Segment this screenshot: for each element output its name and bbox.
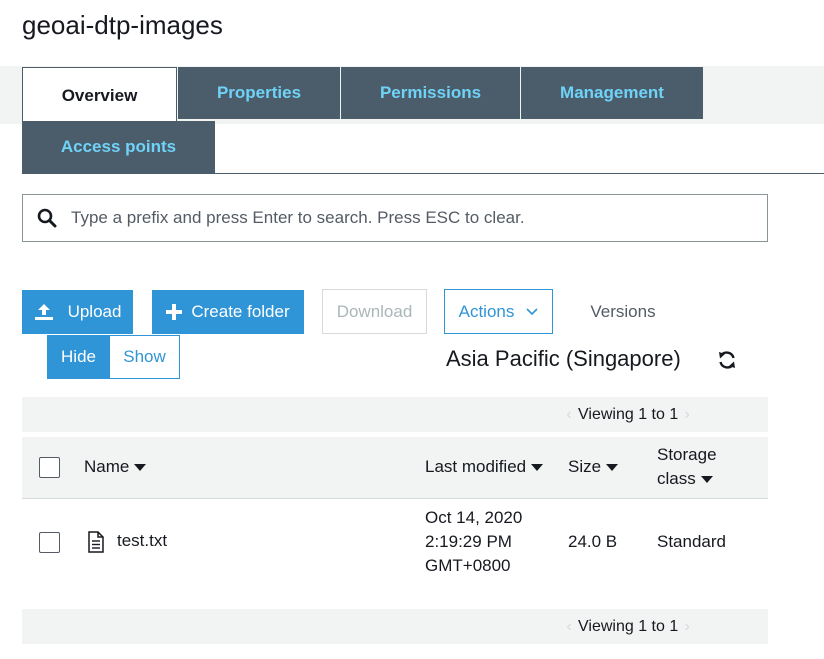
- select-all-checkbox[interactable]: [39, 457, 60, 478]
- prev-page-icon[interactable]: ‹: [560, 406, 578, 424]
- modified-date: Oct 14, 2020: [425, 508, 523, 527]
- tab-permissions[interactable]: Permissions: [341, 67, 520, 119]
- column-header-storage-class[interactable]: Storage class: [657, 443, 717, 491]
- prev-page-icon[interactable]: ‹: [560, 618, 578, 636]
- sort-caret-icon: [700, 475, 713, 483]
- upload-icon: [34, 303, 54, 321]
- column-header-name-label: Name: [84, 457, 130, 476]
- actions-label: Actions: [458, 301, 515, 321]
- tab-management[interactable]: Management: [521, 67, 703, 119]
- show-versions-button[interactable]: Show: [109, 335, 180, 379]
- download-button[interactable]: Download: [322, 289, 427, 334]
- storage-class-cell: Standard: [657, 532, 726, 551]
- plus-icon: [166, 304, 183, 320]
- hide-versions-button[interactable]: Hide: [47, 335, 110, 379]
- next-page-icon[interactable]: ›: [678, 406, 696, 424]
- actions-dropdown[interactable]: Actions: [444, 289, 553, 334]
- modified-timezone: GMT+0800: [425, 556, 511, 575]
- pager-bottom: ‹ Viewing 1 to 1 ›: [22, 609, 768, 644]
- file-name-link[interactable]: test.txt: [117, 531, 167, 551]
- size-cell: 24.0 B: [568, 532, 618, 551]
- tab-divider: [22, 173, 824, 174]
- search-icon: [23, 195, 71, 241]
- tab-overview[interactable]: Overview: [22, 67, 177, 123]
- row-checkbox[interactable]: [39, 532, 60, 553]
- refresh-icon[interactable]: [717, 350, 737, 372]
- pager-top-text: Viewing 1 to 1: [578, 405, 679, 423]
- column-header-last-modified[interactable]: Last modified: [425, 455, 544, 479]
- upload-label: Upload: [67, 302, 122, 321]
- versions-toggle-label: Versions: [590, 302, 656, 321]
- column-header-storage-class-line1: Storage: [657, 445, 717, 464]
- sort-caret-icon: [134, 463, 147, 471]
- tab-properties[interactable]: Properties: [178, 67, 340, 119]
- create-folder-button[interactable]: Create folder: [152, 290, 304, 334]
- upload-button[interactable]: Upload: [22, 290, 133, 334]
- chevron-down-icon: [526, 307, 538, 316]
- bucket-title: geoai-dtp-images: [22, 10, 223, 40]
- modified-time: 2:19:29 PM: [425, 532, 512, 551]
- last-modified-cell: Oct 14, 2020 2:19:29 PM GMT+0800: [425, 506, 522, 578]
- next-page-icon[interactable]: ›: [678, 618, 696, 636]
- create-folder-label: Create folder: [191, 302, 290, 321]
- pager-bottom-text: Viewing 1 to 1: [578, 617, 679, 635]
- column-header-size-label: Size: [568, 457, 602, 476]
- column-header-size[interactable]: Size: [568, 455, 619, 479]
- search-box: [22, 194, 768, 242]
- region-label: Asia Pacific (Singapore): [446, 346, 681, 371]
- column-header-storage-class-line2: class: [657, 469, 696, 488]
- sort-caret-icon: [606, 463, 619, 471]
- column-header-last-modified-label: Last modified: [425, 457, 527, 476]
- sort-caret-icon: [531, 463, 544, 471]
- pager-top: ‹ Viewing 1 to 1 ›: [22, 397, 768, 432]
- search-input[interactable]: [71, 198, 751, 238]
- document-icon: [87, 531, 105, 553]
- column-header-name[interactable]: Name: [84, 455, 147, 479]
- tab-access-points[interactable]: Access points: [22, 121, 215, 173]
